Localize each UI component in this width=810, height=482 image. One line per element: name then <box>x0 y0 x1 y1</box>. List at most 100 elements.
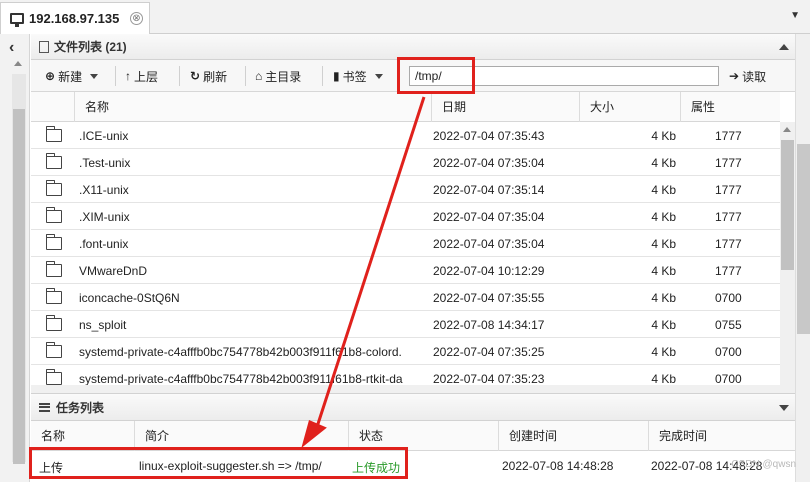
file-attr: 1777 <box>715 183 742 197</box>
task-column-name[interactable]: 名称 <box>31 421 134 451</box>
up-level-label: 上层 <box>134 69 159 84</box>
file-row[interactable]: VMwareDnD 2022-07-04 10:12:29 4 Kb 1777 <box>31 257 780 284</box>
folder-icon <box>45 234 62 250</box>
task-column-status[interactable]: 状态 <box>348 421 498 451</box>
folder-icon <box>45 288 62 304</box>
refresh-label: 刷新 <box>203 69 228 84</box>
home-label: 主目录 <box>265 69 302 84</box>
close-tab-icon[interactable]: ⊗ <box>130 12 143 25</box>
file-list-header: 文件列表 (21) <box>31 34 795 60</box>
folder-icon <box>45 207 62 223</box>
column-size[interactable]: 大小 <box>579 92 680 122</box>
file-row[interactable]: iconcache-0StQ6N 2022-07-04 07:35:55 4 Kb 0… <box>31 284 780 311</box>
read-button[interactable]: ➔ 读取 <box>729 66 766 86</box>
file-row[interactable]: .Test-unix 2022-07-04 07:35:04 4 Kb 1777 <box>31 149 780 176</box>
task-list-header: 任务列表 <box>31 393 795 421</box>
task-row[interactable]: 上传 linux-exploit-suggester.sh => /tmp/ 上… <box>31 451 795 481</box>
file-name: ns_sploit <box>79 318 127 332</box>
file-attr: 1777 <box>715 237 742 251</box>
folder-icon <box>45 369 62 385</box>
list-icon <box>39 402 50 412</box>
file-date: 2022-07-04 07:35:04 <box>433 156 545 170</box>
file-row[interactable]: systemd-private-c4afffb0bc754778b42b003f… <box>31 338 780 365</box>
file-date: 2022-07-04 07:35:25 <box>433 345 545 359</box>
left-sidebar-strip: ‹ <box>0 34 30 482</box>
top-tab-bar: 192.168.97.135 ⊗ ▼ <box>0 0 810 34</box>
plus-circle-icon: ⊕ <box>45 69 56 83</box>
file-attr: 0755 <box>715 318 742 332</box>
column-name[interactable]: 名称 <box>74 92 431 122</box>
chevron-down-icon[interactable]: ▼ <box>790 10 800 21</box>
read-label: 读取 <box>742 69 767 84</box>
right-scrollbar[interactable] <box>795 34 810 482</box>
file-row[interactable]: .ICE-unix 2022-07-04 07:35:43 4 Kb 1777 <box>31 122 780 149</box>
bookmark-button[interactable]: ▮ 书签 <box>333 66 383 86</box>
file-list-title: 文件列表 (21) <box>54 40 127 54</box>
left-scrollbar-thumb[interactable] <box>13 109 25 464</box>
chevron-left-icon[interactable]: ‹ <box>9 39 14 57</box>
file-size: 4 Kb <box>651 318 676 332</box>
folder-icon <box>45 180 62 196</box>
path-input[interactable] <box>409 66 719 86</box>
file-row[interactable]: .XIM-unix 2022-07-04 07:35:04 4 Kb 1777 <box>31 203 780 230</box>
toolbar-divider <box>245 66 246 86</box>
file-size: 4 Kb <box>651 210 676 224</box>
file-name: .ICE-unix <box>79 129 129 143</box>
watermark: CSDN @qwsn <box>731 459 796 470</box>
column-attr[interactable]: 属性 <box>680 92 780 122</box>
host-tab-title: 192.168.97.135 <box>29 11 120 26</box>
file-date: 2022-07-04 07:35:55 <box>433 291 545 305</box>
column-date[interactable]: 日期 <box>431 92 579 122</box>
right-scrollbar-thumb[interactable] <box>797 144 810 334</box>
up-level-button[interactable]: ↑ 上层 <box>125 66 158 86</box>
task-column-created[interactable]: 创建时间 <box>498 421 648 451</box>
task-desc: linux-exploit-suggester.sh => /tmp/ <box>139 459 322 473</box>
file-size: 4 Kb <box>651 156 676 170</box>
folder-icon <box>45 153 62 169</box>
file-attr: 1777 <box>715 210 742 224</box>
expand-icon[interactable] <box>779 405 789 411</box>
toolbar-divider <box>322 66 323 86</box>
file-row[interactable]: .font-unix 2022-07-04 07:35:04 4 Kb 1777 <box>31 230 780 257</box>
file-name: systemd-private-c4afffb0bc754778b42b003f… <box>79 345 402 359</box>
task-name: 上传 <box>39 461 64 475</box>
new-button[interactable]: ⊕ 新建 <box>45 66 99 86</box>
file-row[interactable]: ns_sploit 2022-07-08 14:34:17 4 Kb 0755 <box>31 311 780 338</box>
file-list-hscrollbar[interactable] <box>31 385 795 393</box>
folder-icon <box>45 261 62 277</box>
file-size: 4 Kb <box>651 264 676 278</box>
file-date: 2022-07-08 14:34:17 <box>433 318 545 332</box>
folder-icon <box>45 342 62 358</box>
file-name: iconcache-0StQ6N <box>79 291 180 305</box>
file-attr: 1777 <box>715 129 742 143</box>
file-size: 4 Kb <box>651 129 676 143</box>
file-name: .XIM-unix <box>79 210 130 224</box>
task-column-desc[interactable]: 简介 <box>134 421 348 451</box>
document-icon <box>39 40 49 53</box>
file-attr: 1777 <box>715 264 742 278</box>
monitor-icon <box>10 13 24 27</box>
host-tab[interactable]: 192.168.97.135 ⊗ <box>0 2 150 34</box>
file-size: 4 Kb <box>651 345 676 359</box>
file-size: 4 Kb <box>651 291 676 305</box>
file-list-scrollbar-thumb[interactable] <box>781 140 794 270</box>
home-icon: ⌂ <box>255 69 263 83</box>
task-column-finished[interactable]: 完成时间 <box>648 421 795 451</box>
task-status: 上传成功 <box>352 461 401 475</box>
file-row[interactable]: .X11-unix 2022-07-04 07:35:14 4 Kb 1777 <box>31 176 780 203</box>
file-list-scrollbar[interactable] <box>780 122 795 385</box>
home-button[interactable]: ⌂ 主目录 <box>255 66 301 86</box>
collapse-icon[interactable] <box>779 44 789 50</box>
file-attr: 1777 <box>715 156 742 170</box>
file-name: .X11-unix <box>79 183 129 197</box>
file-date: 2022-07-04 07:35:04 <box>433 210 545 224</box>
file-size: 4 Kb <box>651 372 676 385</box>
arrow-right-icon: ➔ <box>729 69 740 83</box>
scroll-up-icon[interactable] <box>783 127 791 132</box>
toolbar-divider <box>115 66 116 86</box>
chevron-down-icon <box>90 73 99 79</box>
scroll-up-icon[interactable] <box>14 61 22 66</box>
refresh-button[interactable]: ↻ 刷新 <box>190 66 227 86</box>
file-row[interactable]: systemd-private-c4afffb0bc754778b42b003f… <box>31 365 780 385</box>
file-attr: 0700 <box>715 291 742 305</box>
